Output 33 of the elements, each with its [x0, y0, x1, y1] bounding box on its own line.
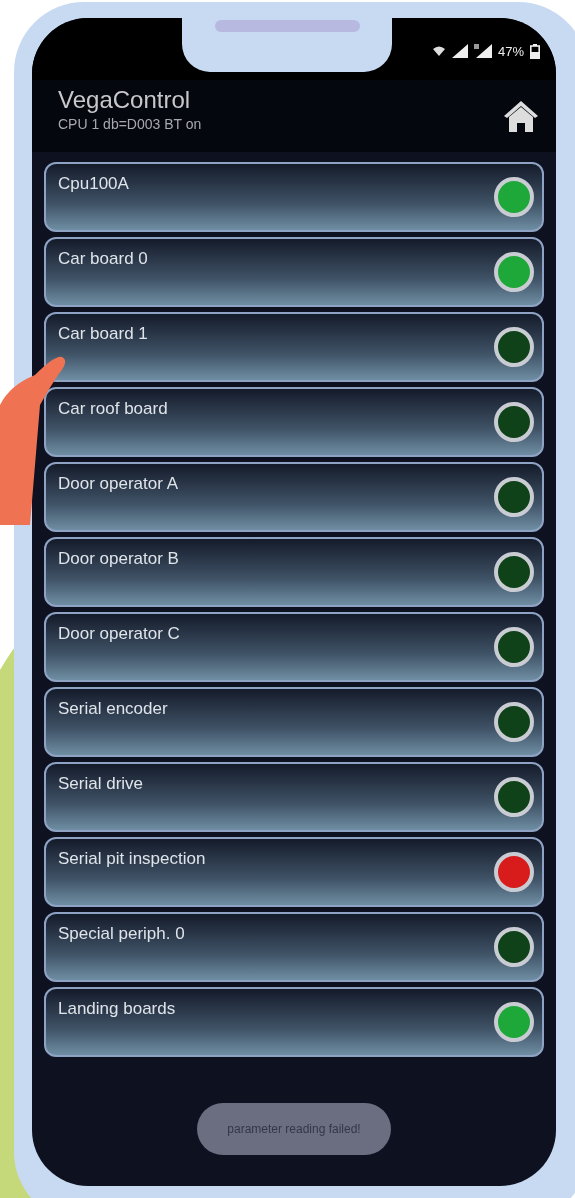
board-name: Serial encoder: [58, 699, 168, 719]
board-name: Landing boards: [58, 999, 176, 1019]
board-row[interactable]: Door operator C: [44, 612, 544, 682]
board-row[interactable]: Serial encoder: [44, 687, 544, 757]
board-row[interactable]: Landing boards: [44, 987, 544, 1057]
app-title: VegaControl: [58, 86, 192, 114]
board-name: Car board 0: [58, 249, 148, 269]
board-name: Door operator B: [58, 549, 179, 569]
board-row[interactable]: Car board 1: [44, 312, 544, 382]
toast-message: parameter reading failed!: [197, 1103, 391, 1155]
board-row[interactable]: Cpu100A: [44, 162, 544, 232]
battery-percent: 47%: [497, 43, 524, 59]
home-icon[interactable]: [502, 99, 540, 133]
board-row[interactable]: Door operator B: [44, 537, 544, 607]
board-name: Serial drive: [58, 774, 144, 794]
board-name: Car roof board: [58, 399, 168, 419]
board-row[interactable]: Door operator A: [44, 462, 544, 532]
battery-icon: [530, 43, 540, 59]
board-name: Car board 1: [58, 324, 148, 344]
board-row[interactable]: Serial pit inspection: [44, 837, 544, 907]
board-name: Door operator C: [58, 624, 180, 644]
app-subtitle: CPU 1 db=D003 BT on: [58, 116, 202, 132]
board-name: Cpu100A: [58, 174, 129, 194]
board-row[interactable]: Car board 0: [44, 237, 544, 307]
board-name: Special periph. 0: [58, 924, 185, 944]
board-row[interactable]: Car roof board: [44, 387, 544, 457]
board-name: Serial pit inspection: [58, 849, 206, 869]
signal-icon: [451, 44, 468, 58]
board-row[interactable]: Special periph. 0: [44, 912, 544, 982]
wifi-icon: [431, 45, 446, 57]
board-row[interactable]: Serial drive: [44, 762, 544, 832]
board-name: Door operator A: [58, 474, 178, 494]
signal-icon: [473, 44, 492, 58]
